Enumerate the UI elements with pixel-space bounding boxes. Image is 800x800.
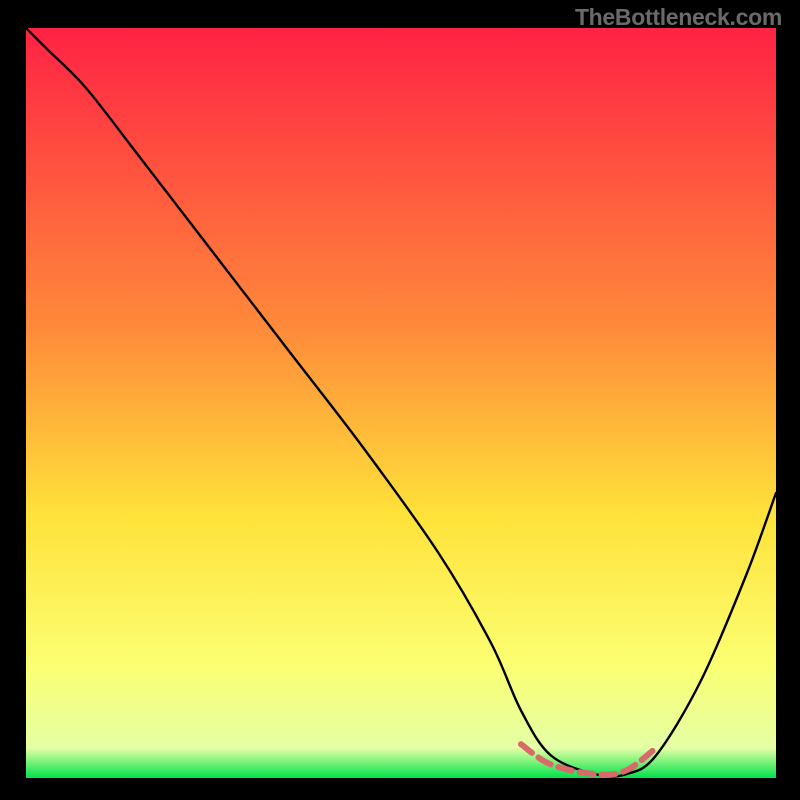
chart-svg [26, 28, 776, 778]
watermark-text: TheBottleneck.com [575, 4, 782, 31]
chart-background [26, 28, 776, 778]
chart-container: TheBottleneck.com [0, 0, 800, 800]
